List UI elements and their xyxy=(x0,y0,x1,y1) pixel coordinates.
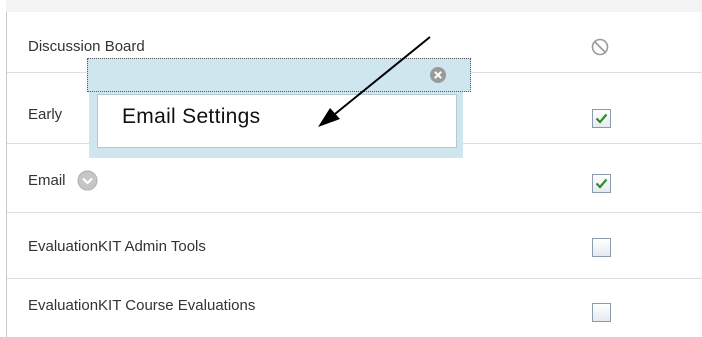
table-row: EvaluationKIT Course Evaluations xyxy=(7,279,702,337)
close-icon[interactable] xyxy=(428,65,448,85)
availability-checkbox[interactable] xyxy=(592,174,611,193)
table-header-strip xyxy=(6,0,702,12)
table-row: EvaluationKIT Admin Tools xyxy=(7,213,702,279)
menu-item-label: Email Settings xyxy=(122,105,261,128)
availability-checkbox[interactable] xyxy=(592,303,611,322)
chevron-down-icon[interactable] xyxy=(77,170,98,191)
check-icon xyxy=(595,178,608,189)
tool-name-discussion-board: Discussion Board xyxy=(28,38,145,55)
check-icon xyxy=(595,113,608,124)
availability-checkbox[interactable] xyxy=(592,109,611,128)
tool-name-evaluationkit-course-evaluations: EvaluationKIT Course Evaluations xyxy=(28,297,256,314)
tool-name-early: Early xyxy=(28,106,63,123)
context-menu-popup: Email Settings xyxy=(87,58,471,162)
availability-checkbox[interactable] xyxy=(592,238,611,257)
tool-name-evaluationkit-admin-tools: EvaluationKIT Admin Tools xyxy=(28,238,206,255)
context-menu-body: Email Settings xyxy=(89,92,463,158)
menu-item-email-settings[interactable]: Email Settings xyxy=(97,94,457,148)
context-menu-header xyxy=(87,58,471,92)
no-entry-icon xyxy=(591,38,609,56)
tool-name-email: Email xyxy=(28,172,66,189)
